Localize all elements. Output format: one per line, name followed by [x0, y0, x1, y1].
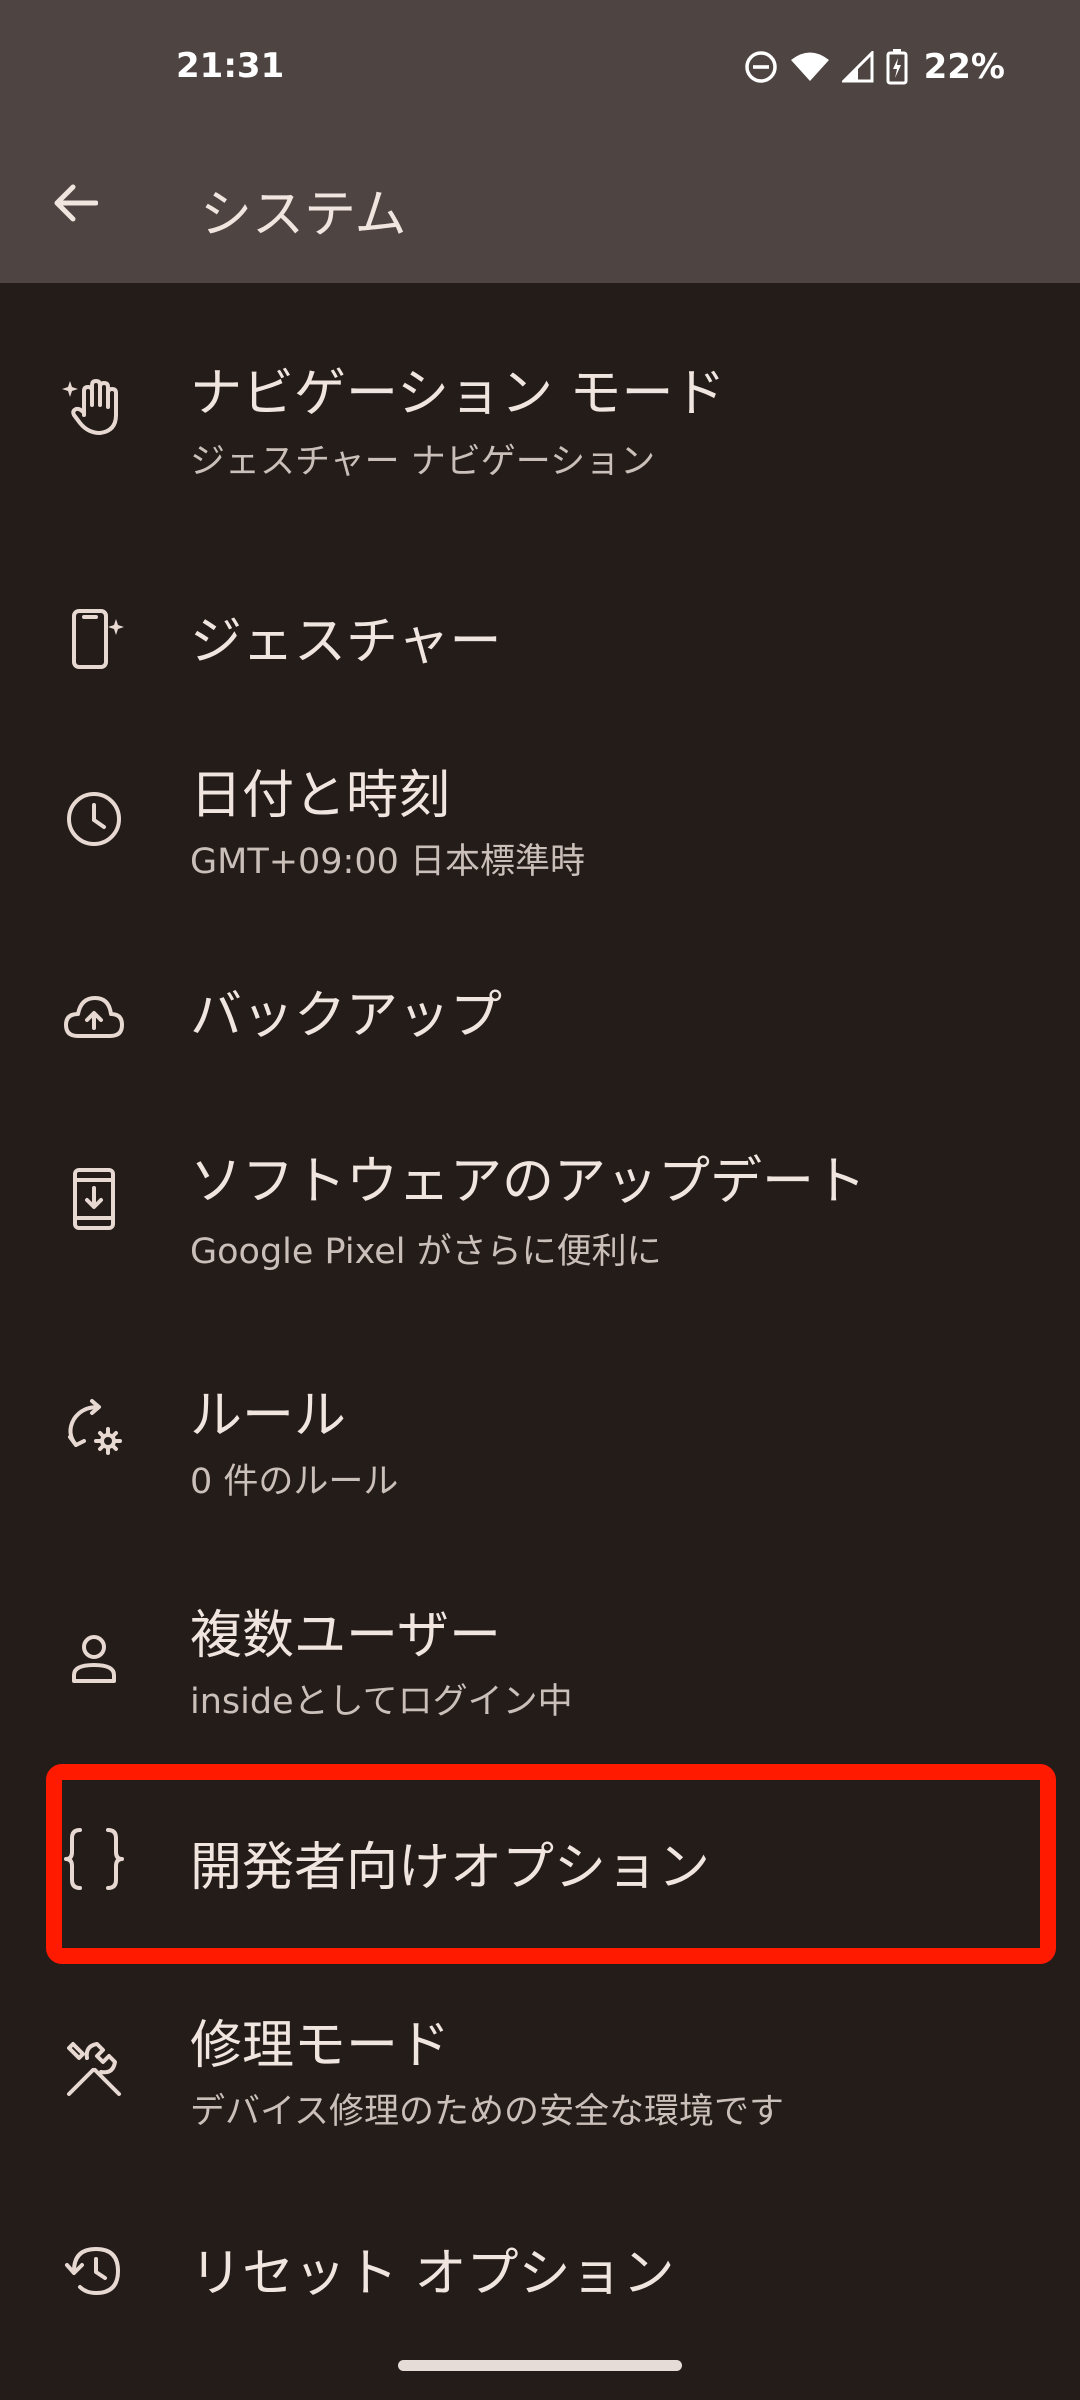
- wifi-icon: [790, 51, 830, 83]
- setting-item-rules[interactable]: ルール 0 件のルール: [0, 1353, 1080, 1553]
- setting-item-multiple-users[interactable]: 複数ユーザー insideとしてログイン中: [0, 1573, 1080, 1773]
- gesture-hand-icon: [58, 371, 130, 443]
- setting-item-navigation-mode[interactable]: ナビゲーション モード ジェスチャー ナビゲーション: [0, 323, 1080, 513]
- status-icons: 22%: [744, 44, 1005, 90]
- setting-title: ナビゲーション モード: [190, 364, 726, 424]
- gesture-nav-handle[interactable]: [398, 2360, 682, 2371]
- repair-tools-icon: [58, 2033, 130, 2105]
- setting-subtitle: GMT+09:00 日本標準時: [190, 842, 586, 882]
- setting-title: ジェスチャー: [190, 612, 502, 672]
- setting-title: リセット オプション: [190, 2244, 675, 2304]
- setting-item-date-time[interactable]: 日付と時刻 GMT+09:00 日本標準時: [0, 723, 1080, 923]
- setting-item-backup[interactable]: バックアップ: [0, 943, 1080, 1123]
- setting-title: 複数ユーザー: [190, 1606, 501, 1666]
- arrow-back-icon: [52, 183, 99, 227]
- setting-item-repair-mode[interactable]: 修理モード デバイス修理のための安全な環境です: [0, 1983, 1080, 2183]
- signal-icon: [841, 51, 874, 83]
- back-button[interactable]: [40, 170, 110, 240]
- setting-title: ルール: [190, 1386, 347, 1446]
- setting-subtitle: insideとしてログイン中: [190, 1682, 573, 1722]
- setting-item-gestures[interactable]: ジェスチャー: [0, 543, 1080, 733]
- highlight-box: [46, 1764, 1056, 1964]
- setting-title: バックアップ: [190, 986, 503, 1046]
- setting-subtitle: 0 件のルール: [190, 1462, 399, 1502]
- do-not-disturb-icon: [744, 50, 778, 84]
- setting-title: ソフトウェアのアップデート: [190, 1152, 867, 1212]
- cloud-upload-icon: [58, 981, 130, 1053]
- phone-gesture-icon: [58, 603, 130, 675]
- system-update-icon: [58, 1163, 130, 1235]
- setting-item-software-update[interactable]: ソフトウェアのアップデート Google Pixel がさらに便利に: [0, 1113, 1080, 1333]
- battery-charging-icon: [886, 49, 908, 85]
- status-time: 21:31: [176, 46, 285, 86]
- clock-icon: [58, 783, 130, 855]
- setting-subtitle: デバイス修理のための安全な環境です: [190, 2092, 784, 2132]
- top-app-bar: 21:31 22% システム: [0, 0, 1080, 283]
- setting-subtitle: Google Pixel がさらに便利に: [190, 1232, 662, 1272]
- person-icon: [58, 1623, 130, 1695]
- history-reset-icon: [58, 2235, 130, 2307]
- setting-subtitle: ジェスチャー ナビゲーション: [190, 442, 656, 482]
- battery-percent: 22%: [923, 47, 1005, 87]
- rules-sync-gear-icon: [58, 1393, 130, 1465]
- page-title: システム: [200, 185, 407, 245]
- setting-title: 修理モード: [190, 2016, 451, 2076]
- setting-title: 日付と時刻: [190, 766, 451, 826]
- setting-item-reset-options[interactable]: リセット オプション: [0, 2203, 1080, 2383]
